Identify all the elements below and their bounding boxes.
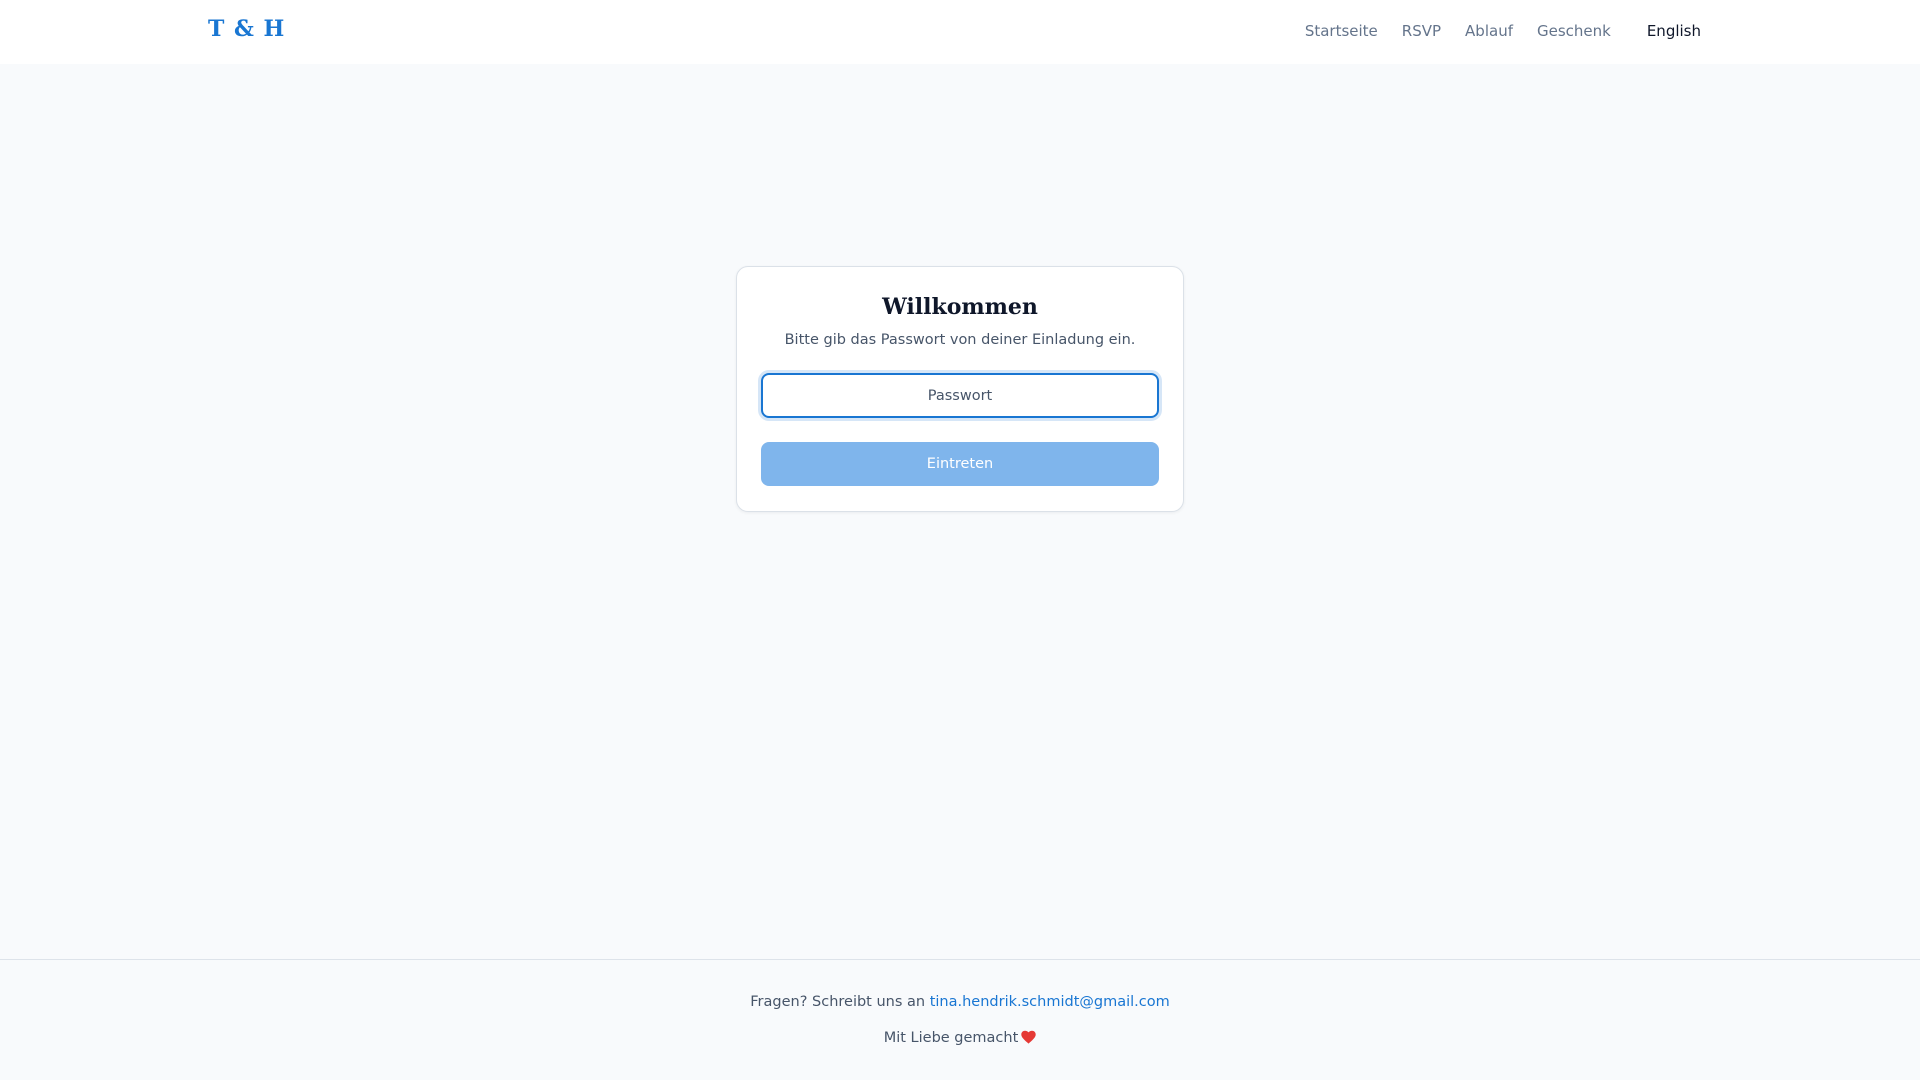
footer-made-with: Mit Liebe gemacht [0, 1030, 1920, 1046]
login-subtitle: Bitte gib das Passwort von deiner Einlad… [784, 332, 1136, 348]
heart-icon [1021, 1030, 1036, 1044]
nav-link-gift[interactable]: Geschenk [1537, 22, 1611, 40]
nav-link-home[interactable]: Startseite [1305, 22, 1378, 40]
footer-contact-text: Fragen? Schreibt uns an [750, 994, 926, 1010]
footer-email-link[interactable]: tina.hendrik.schmidt@gmail.com [930, 994, 1170, 1010]
brand-logo[interactable]: T & H [208, 16, 285, 42]
enter-button[interactable]: Eintreten [761, 442, 1159, 486]
main-nav: Startseite RSVP Ablauf Geschenk English [1305, 22, 1701, 40]
language-switch[interactable]: English [1647, 22, 1701, 40]
nav-link-schedule[interactable]: Ablauf [1465, 22, 1513, 40]
password-input[interactable] [758, 370, 1162, 421]
login-card: Willkommen Bitte gib das Passwort von de… [736, 266, 1184, 512]
footer-contact: Fragen? Schreibt uns an tina.hendrik.sch… [0, 994, 1920, 1010]
page-footer: Fragen? Schreibt uns an tina.hendrik.sch… [0, 959, 1920, 1080]
footer-made-with-text: Mit Liebe gemacht [883, 1030, 1019, 1046]
nav-link-rsvp[interactable]: RSVP [1402, 22, 1441, 40]
login-title: Willkommen [882, 294, 1038, 320]
top-navigation-bar: T & H Startseite RSVP Ablauf Geschenk En… [0, 0, 1920, 64]
